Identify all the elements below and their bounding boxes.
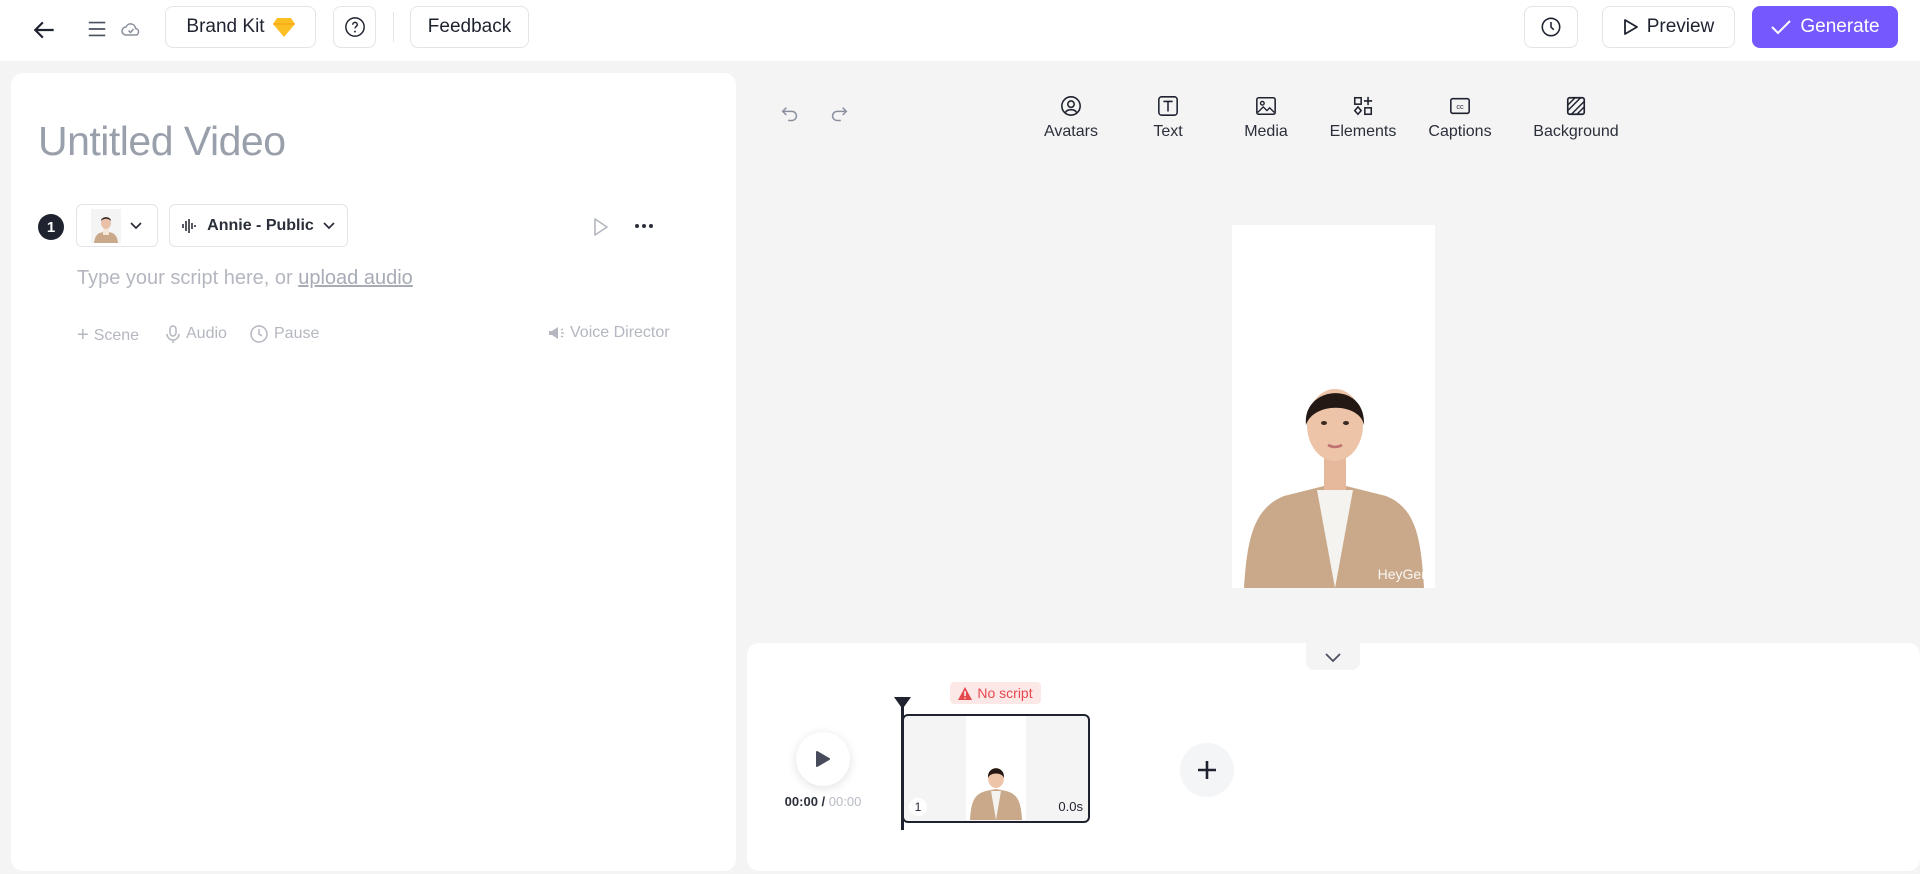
toolbar-label: Avatars <box>1044 123 1098 140</box>
toolbar-text[interactable]: Text <box>1118 95 1218 141</box>
voice-director-label: Voice Director <box>570 324 670 341</box>
script-placeholder: Type your script here, or <box>77 267 299 289</box>
svg-text:cc: cc <box>1456 102 1464 111</box>
current-time: 00:00 <box>784 794 818 809</box>
divider <box>393 12 394 42</box>
plus-icon <box>1198 761 1216 779</box>
toolbar-label: Background <box>1533 123 1619 140</box>
time-display: 00:00 / 00:00 <box>784 794 862 809</box>
history-button[interactable] <box>1524 6 1578 48</box>
help-icon <box>344 17 365 37</box>
voice-select[interactable]: Annie - Public <box>169 204 348 247</box>
collapse-timeline-button[interactable] <box>1306 643 1360 670</box>
help-button[interactable] <box>333 6 376 48</box>
toolbar-label: Captions <box>1428 123 1492 140</box>
warning-icon <box>958 686 973 700</box>
heygen-watermark: HeyGen <box>1377 566 1429 582</box>
audio-button[interactable]: Audio <box>165 324 227 344</box>
play-scene-icon[interactable] <box>592 217 610 237</box>
scene-number-badge: 1 <box>38 214 64 240</box>
clip-duration: 0.0s <box>1058 799 1083 814</box>
play-outline-icon <box>1623 19 1638 35</box>
chevron-down-icon <box>323 221 335 229</box>
toolbar-label: Text <box>1153 123 1183 140</box>
total-time: 00:00 <box>828 794 862 809</box>
preview-label: Preview <box>1646 16 1715 37</box>
voice-label: Annie - Public <box>207 216 314 234</box>
background-icon <box>1566 96 1586 116</box>
elements-icon <box>1353 96 1373 116</box>
generate-label: Generate <box>1800 16 1880 37</box>
diamond-icon <box>272 18 295 37</box>
add-scene-button[interactable]: + Scene <box>77 324 139 347</box>
toolbar-label: Media <box>1244 123 1288 140</box>
avatar-preview <box>1244 389 1424 588</box>
toolbar-label: Elements <box>1329 123 1397 140</box>
plus-icon: + <box>77 324 89 346</box>
captions-icon: cc <box>1450 97 1470 115</box>
chevron-down-icon <box>1325 652 1341 662</box>
menu-icon[interactable] <box>86 18 108 40</box>
add-scene-timeline-button[interactable] <box>1180 743 1234 797</box>
megaphone-icon <box>549 327 564 339</box>
text-icon <box>1158 96 1178 116</box>
chevron-down-icon <box>130 221 142 229</box>
warning-label: No script <box>977 685 1033 701</box>
cloud-saved-icon <box>121 23 140 36</box>
feedback-label: Feedback <box>427 16 512 37</box>
audio-label: Audio <box>186 325 227 342</box>
clip-number: 1 <box>909 798 927 816</box>
playhead[interactable] <box>901 704 904 830</box>
avatar-select[interactable] <box>76 204 158 247</box>
no-script-warning: No script <box>950 682 1041 704</box>
avatar-thumbnail <box>91 208 121 243</box>
script-panel <box>11 73 736 871</box>
more-options-icon[interactable] <box>632 218 656 234</box>
toolbar-media[interactable]: Media <box>1216 95 1316 141</box>
avatar-icon <box>1061 96 1081 116</box>
brand-kit-button[interactable]: Brand Kit <box>165 6 316 48</box>
pause-label: Pause <box>274 325 320 342</box>
toolbar-background[interactable]: Background <box>1516 95 1636 141</box>
generate-button[interactable]: Generate <box>1752 6 1898 48</box>
microphone-icon <box>166 325 180 343</box>
clip-thumbnail <box>966 716 1026 820</box>
clock-icon <box>1541 17 1561 37</box>
toolbar-captions[interactable]: cc Captions <box>1410 95 1510 141</box>
scene-clip[interactable]: 1 0.0s <box>902 714 1090 823</box>
play-icon <box>816 751 830 767</box>
brand-kit-label: Brand Kit <box>186 16 265 37</box>
playhead-handle-icon[interactable] <box>894 697 911 709</box>
back-arrow-icon[interactable] <box>32 17 58 43</box>
upload-audio-link[interactable]: upload audio <box>298 267 413 289</box>
redo-icon[interactable] <box>828 104 850 126</box>
toolbar-elements[interactable]: Elements <box>1313 95 1413 141</box>
scene-label: Scene <box>93 326 140 344</box>
waveform-icon <box>182 218 196 233</box>
pause-clock-icon <box>250 325 268 343</box>
undo-icon[interactable] <box>779 104 801 126</box>
timeline-play-button[interactable] <box>796 732 850 786</box>
image-icon <box>1256 96 1276 116</box>
script-input[interactable]: Type your script here, or upload audio <box>77 267 413 290</box>
feedback-button[interactable]: Feedback <box>410 6 529 48</box>
video-title[interactable]: Untitled Video <box>38 118 286 165</box>
check-icon <box>1771 20 1792 35</box>
preview-button[interactable]: Preview <box>1602 6 1735 48</box>
video-canvas[interactable]: HeyGen <box>1232 225 1435 588</box>
voice-director-button[interactable]: Voice Director <box>547 324 670 342</box>
toolbar-avatars[interactable]: Avatars <box>1021 95 1121 141</box>
pause-button[interactable]: Pause <box>249 324 319 344</box>
